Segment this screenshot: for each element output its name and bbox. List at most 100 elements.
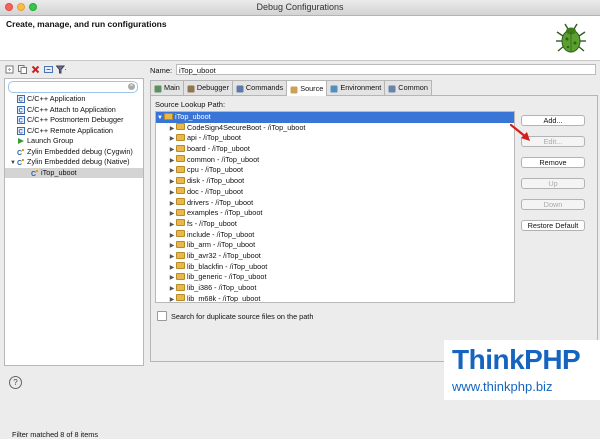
down-button[interactable]: Down: [521, 199, 585, 210]
tree-item[interactable]: ▼ C Zylin Embedded debug (Native): [5, 157, 143, 168]
source-folder-row[interactable]: ▶ common - /iTop_uboot: [156, 155, 514, 166]
source-folder-label: examples - /iTop_uboot: [187, 208, 263, 218]
config-tree-panel: × C C/C++ Application C C/C++ Attach to App…: [4, 78, 144, 439]
folder-icon: [176, 240, 185, 248]
folder-icon: [176, 187, 185, 195]
clear-filter-icon[interactable]: ×: [128, 83, 135, 90]
tree-item-label: Zylin Embedded debug (Cygwin): [27, 146, 133, 156]
source-folder-row[interactable]: ▶ include - /iTop_uboot: [156, 230, 514, 241]
source-folder-label: lib_generic - /iTop_uboot: [187, 272, 267, 282]
duplicate-icon[interactable]: [17, 64, 27, 74]
source-lookup-list[interactable]: ▼ iTop_uboot ▶ CodeSign4SecureBoot - /iTop…: [155, 111, 515, 303]
tree-item[interactable]: C C/C++ Application: [5, 94, 143, 105]
source-folder-row[interactable]: ▶ lib_generic - /iTop_uboot: [156, 272, 514, 283]
tree-item[interactable]: C C/C++ Postmortem Debugger: [5, 115, 143, 126]
source-folder-label: include - /iTop_uboot: [187, 229, 255, 239]
source-folder-row[interactable]: ▶ board - /iTop_uboot: [156, 144, 514, 155]
main-tab-icon: [154, 84, 162, 93]
title-bar: Debug Configurations: [0, 0, 600, 16]
debugger-tab-icon: [187, 84, 195, 93]
filter-input[interactable]: ×: [8, 81, 138, 93]
zylin-icon: C: [17, 158, 25, 167]
source-root-row[interactable]: ▼ iTop_uboot: [156, 112, 514, 123]
tree-item[interactable]: C Zylin Embedded debug (Cygwin): [5, 147, 143, 158]
restore-default-button[interactable]: Restore Default: [521, 220, 585, 231]
tree-item[interactable]: C C/C++ Attach to Application: [5, 105, 143, 116]
tree-item-label: C/C++ Attach to Application: [27, 104, 116, 114]
source-folder-row[interactable]: ▶ doc - /iTop_uboot: [156, 187, 514, 198]
tab-commands[interactable]: Commands: [231, 80, 288, 95]
tree-item-label: C/C++ Postmortem Debugger: [27, 115, 124, 124]
svg-text:C: C: [17, 150, 22, 156]
svg-text:C: C: [17, 160, 22, 166]
source-folder-row[interactable]: ▶ lib_m68k - /iTop_uboot: [156, 294, 514, 302]
source-folder-label: board - /iTop_uboot: [187, 144, 250, 154]
environment-tab-icon: [330, 84, 338, 93]
source-folder-row[interactable]: ▶ examples - /iTop_uboot: [156, 208, 514, 219]
source-folder-row[interactable]: ▶ cpu - /iTop_uboot: [156, 165, 514, 176]
help-icon[interactable]: ?: [9, 376, 22, 389]
expand-arrow-icon[interactable]: ▶: [168, 295, 176, 302]
svg-text:C: C: [19, 119, 24, 125]
tree-item-label: iTop_uboot: [41, 167, 77, 177]
source-folder-row[interactable]: ▶ fs - /iTop_uboot: [156, 219, 514, 230]
tree-item-label: Zylin Embedded debug (Native): [27, 157, 130, 166]
source-folder-row[interactable]: ▶ lib_arm - /iTop_uboot: [156, 240, 514, 251]
folder-icon: [176, 155, 185, 163]
source-folder-row[interactable]: ▶ drivers - /iTop_uboot: [156, 198, 514, 209]
launch-group-icon: [17, 137, 25, 145]
filter-icon[interactable]: [56, 64, 66, 74]
source-folder-row[interactable]: ▶ lib_i386 - /iTop_uboot: [156, 283, 514, 294]
tab-source[interactable]: Source: [286, 80, 328, 96]
tree-item[interactable]: CiTop_uboot: [5, 167, 143, 178]
c-attach-icon: C: [17, 105, 25, 114]
delete-icon[interactable]: [30, 64, 40, 74]
tab-debugger[interactable]: Debugger: [182, 80, 233, 95]
watermark-brand: ThinkPHP: [452, 344, 581, 375]
source-folder-label: doc - /iTop_uboot: [187, 186, 243, 196]
debug-configurations-window: Debug Configurations Create, manage, and…: [0, 0, 600, 439]
source-root-label: iTop_uboot: [175, 112, 211, 121]
tab-label: Common: [398, 83, 428, 92]
source-folder-row[interactable]: ▶ api - /iTop_uboot: [156, 133, 514, 144]
folder-icon: [176, 251, 185, 259]
tab-label: Debugger: [196, 83, 229, 92]
tree-item[interactable]: C C/C++ Remote Application: [5, 126, 143, 137]
name-input[interactable]: iTop_uboot: [176, 64, 596, 75]
duplicate-search-checkbox[interactable]: [157, 311, 167, 321]
tree-item[interactable]: Launch Group: [5, 136, 143, 147]
svg-text:C: C: [19, 129, 24, 135]
config-tree: C C/C++ Application C C/C++ Attach to Appli…: [5, 94, 143, 178]
debug-bug-icon: [556, 23, 586, 53]
remove-button[interactable]: Remove: [521, 157, 585, 168]
source-folder-label: cpu - /iTop_uboot: [187, 165, 243, 175]
source-tab-content: Source Lookup Path: ▼ iTop_uboot ▶ CodeSig…: [150, 95, 598, 362]
folder-icon: [176, 294, 185, 302]
source-folder-label: lib_i386 - /iTop_uboot: [187, 283, 257, 292]
common-tab-icon: [388, 84, 396, 93]
folder-icon: [176, 230, 185, 238]
source-folder-label: fs - /iTop_uboot: [187, 218, 237, 228]
tree-item-label: C/C++ Application: [27, 94, 86, 103]
folder-icon: [176, 133, 185, 141]
duplicate-search-option[interactable]: Search for duplicate source files on the…: [157, 311, 313, 321]
source-folder-label: disk - /iTop_uboot: [187, 176, 245, 186]
annotation-arrow-icon: [509, 123, 530, 141]
folder-icon: [176, 272, 185, 280]
source-folder-label: common - /iTop_uboot: [187, 154, 260, 164]
collapse-all-icon[interactable]: [43, 64, 53, 74]
source-folder-row[interactable]: ▶ CodeSign4SecureBoot - /iTop_uboot: [156, 123, 514, 134]
config-tabs: Main Debugger Commands Source Environment Com…: [150, 80, 432, 96]
new-launch-config-icon[interactable]: [4, 64, 14, 74]
tab-main[interactable]: Main: [150, 80, 184, 95]
name-label: Name:: [150, 66, 173, 75]
tab-common[interactable]: Common: [384, 80, 432, 95]
source-folder-row[interactable]: ▶ disk - /iTop_uboot: [156, 176, 514, 187]
watermark-logo: ThinkPHP www.thinkphp.biz: [444, 340, 600, 400]
source-lookup-label: Source Lookup Path:: [155, 100, 226, 109]
source-folder-row[interactable]: ▶ lib_blackfin - /iTop_uboot: [156, 262, 514, 273]
source-folder-row[interactable]: ▶ lib_avr32 - /iTop_uboot: [156, 251, 514, 262]
tab-environment[interactable]: Environment: [326, 80, 386, 95]
up-button[interactable]: Up: [521, 178, 585, 189]
source-tab-icon: [290, 85, 298, 93]
